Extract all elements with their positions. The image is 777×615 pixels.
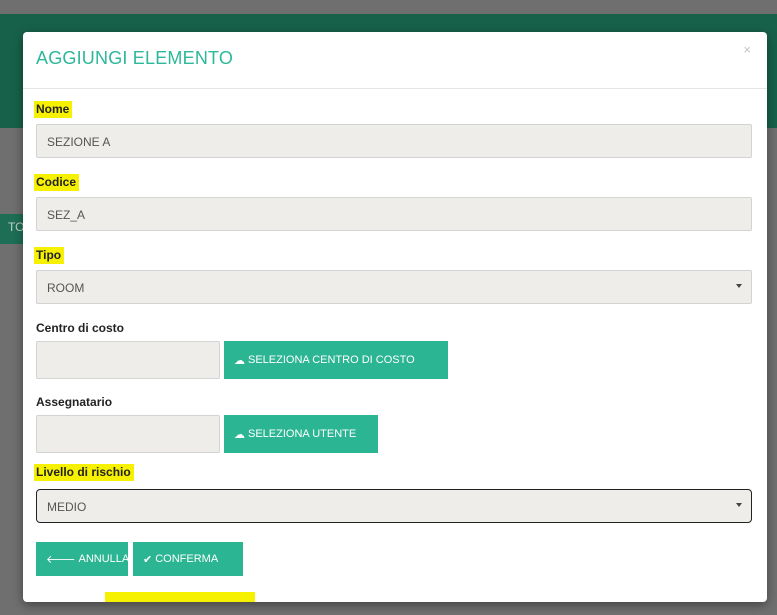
close-icon[interactable]: × [743, 42, 751, 57]
background-band-text: TO [8, 220, 25, 234]
cloud-icon: ☁ [234, 354, 245, 367]
confirm-label: CONFERMA [155, 553, 219, 565]
assegnatario-input[interactable] [36, 415, 220, 453]
modal-title: AGGIUNGI ELEMENTO [36, 48, 234, 68]
centro-costo-label: Centro di costo [36, 321, 125, 335]
cancel-button[interactable]: 🡐 ANNULLA [36, 542, 130, 576]
highlight-underline [105, 592, 255, 602]
check-icon: ✔ [143, 553, 153, 566]
chevron-down-icon [736, 284, 742, 288]
chevron-down-icon [736, 503, 742, 507]
tipo-label: Tipo [36, 247, 65, 264]
cancel-label: ANNULLA [78, 553, 130, 565]
arrow-left-icon: 🡐 [46, 554, 76, 566]
centro-costo-input[interactable] [36, 341, 220, 379]
tipo-select[interactable]: ROOM [36, 270, 752, 304]
rischio-select[interactable]: MEDIO [36, 489, 752, 523]
select-cost-center-label: SELEZIONA CENTRO DI COSTO [248, 354, 415, 366]
nome-value: SEZIONE A [47, 135, 111, 149]
codice-input[interactable]: SEZ_A [36, 197, 752, 231]
rischio-label-text: Livello di rischio [36, 464, 134, 481]
select-user-button[interactable]: ☁ SELEZIONA UTENTE [224, 415, 378, 453]
codice-label-text: Codice [36, 174, 80, 191]
nome-label-text: Nome [36, 101, 73, 118]
confirm-button[interactable]: ✔ CONFERMA [133, 542, 243, 576]
assegnatario-label: Assegnatario [36, 395, 113, 409]
tipo-value: ROOM [47, 281, 85, 295]
cloud-icon: ☁ [234, 428, 245, 441]
add-element-modal: AGGIUNGI ELEMENTO × Nome SEZIONE A Codic… [23, 32, 767, 602]
select-cost-center-button[interactable]: ☁ SELEZIONA CENTRO DI COSTO [224, 341, 448, 379]
nome-input[interactable]: SEZIONE A [36, 124, 752, 158]
rischio-label: Livello di rischio [36, 464, 134, 481]
codice-value: SEZ_A [47, 208, 86, 222]
codice-label: Codice [36, 174, 80, 191]
select-user-label: SELEZIONA UTENTE [248, 428, 357, 440]
tipo-label-text: Tipo [36, 247, 65, 264]
rischio-value: MEDIO [47, 500, 87, 514]
nome-label: Nome [36, 101, 73, 118]
modal-header: AGGIUNGI ELEMENTO × [23, 32, 767, 89]
